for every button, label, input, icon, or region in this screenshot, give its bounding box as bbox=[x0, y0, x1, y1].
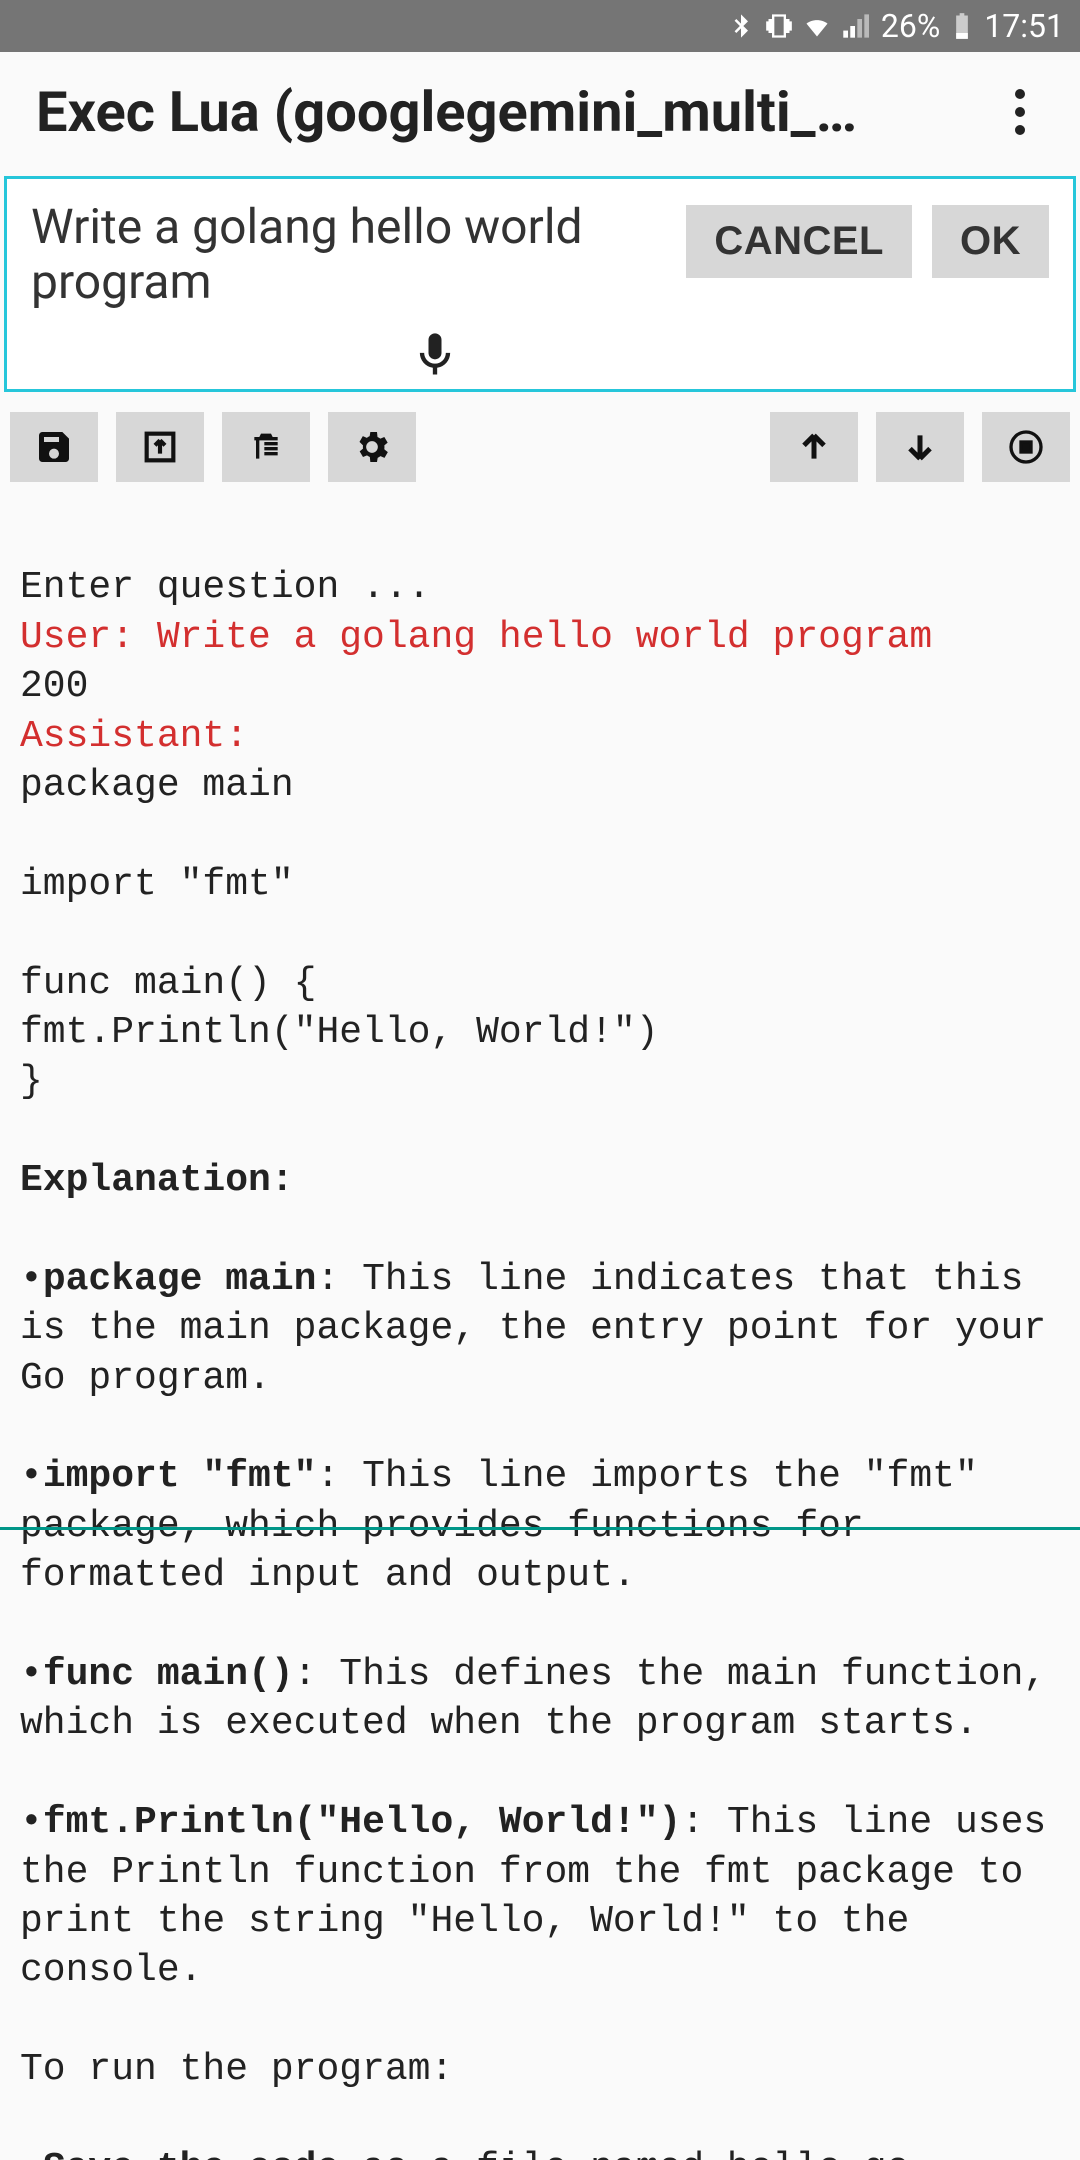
app-bar: Exec Lua (googlegemini_multi_… bbox=[0, 52, 1080, 172]
open-button[interactable] bbox=[116, 412, 204, 482]
run1-rest: as a file named hello.go. bbox=[339, 2147, 932, 2160]
prompt-input[interactable]: Write a golang hello world program bbox=[31, 199, 666, 309]
output-area[interactable]: Enter question ... User: Write a golang … bbox=[0, 490, 1080, 2160]
run-heading: To run the program: bbox=[20, 2048, 453, 2091]
action-toolbar bbox=[0, 404, 1080, 490]
battery-percent: 26% bbox=[881, 7, 940, 45]
microphone-button[interactable] bbox=[405, 325, 465, 385]
overflow-menu-button[interactable] bbox=[996, 88, 1044, 136]
code-block: package main import "fmt" func main() { … bbox=[20, 764, 659, 1103]
status-tray bbox=[727, 12, 869, 40]
run1-bold: Save the code bbox=[43, 2147, 339, 2160]
divider bbox=[0, 1527, 1080, 1530]
bullet1-bold: package main bbox=[43, 1258, 317, 1301]
clear-button[interactable] bbox=[222, 412, 310, 482]
scroll-up-button[interactable] bbox=[770, 412, 858, 482]
bullet4-bold: fmt.Println("Hello, World!") bbox=[43, 1801, 682, 1844]
settings-button[interactable] bbox=[328, 412, 416, 482]
user-prefix: User: bbox=[20, 616, 157, 659]
status-code: 200 bbox=[20, 665, 88, 708]
page-title: Exec Lua (googlegemini_multi_… bbox=[36, 79, 996, 145]
output-enter: Enter question ... bbox=[20, 566, 430, 609]
bullet3-bold: func main() bbox=[43, 1653, 294, 1696]
explanation-heading: Explanation: bbox=[20, 1159, 294, 1202]
assistant-label: Assistant: bbox=[20, 715, 248, 758]
clock: 17:51 bbox=[984, 7, 1064, 45]
scroll-down-button[interactable] bbox=[876, 412, 964, 482]
stop-button[interactable] bbox=[982, 412, 1070, 482]
bluetooth-icon bbox=[727, 12, 755, 40]
wifi-icon bbox=[803, 12, 831, 40]
vibrate-icon bbox=[765, 12, 793, 40]
battery-icon bbox=[952, 12, 972, 40]
ok-button[interactable]: OK bbox=[932, 205, 1049, 278]
user-msg: Write a golang hello world program bbox=[157, 616, 932, 659]
save-button[interactable] bbox=[10, 412, 98, 482]
prompt-panel: Write a golang hello world program CANCE… bbox=[4, 176, 1076, 392]
status-bar: 26% 17:51 bbox=[0, 0, 1080, 52]
signal-icon bbox=[841, 12, 869, 40]
cancel-button[interactable]: CANCEL bbox=[686, 205, 912, 278]
bullet2-bold: import "fmt" bbox=[43, 1455, 317, 1498]
